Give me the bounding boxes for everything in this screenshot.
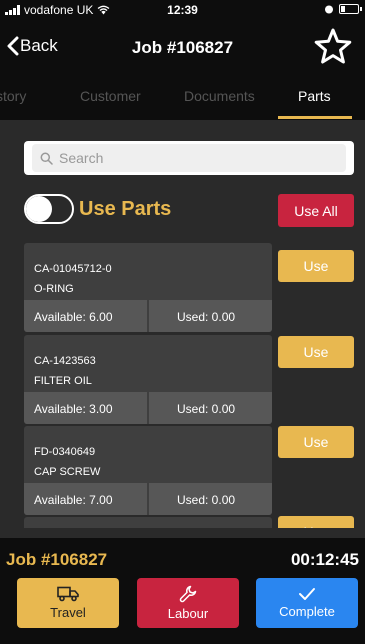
use-part-button[interactable]: Use: [278, 336, 354, 368]
job-footer: Job #106827 00:12:45 Travel Labour Compl…: [0, 538, 365, 644]
search-bar[interactable]: Search: [24, 141, 354, 175]
travel-label: Travel: [50, 605, 86, 620]
search-input[interactable]: Search: [32, 144, 346, 172]
battery-icon: [339, 4, 362, 14]
parts-list[interactable]: CA-01045712-0 O-RING Available: 6.00 Use…: [0, 240, 365, 528]
part-code: CA-01045712-0: [34, 263, 112, 275]
footer-job-number: Job #106827: [6, 550, 108, 569]
clock: 12:39: [167, 3, 198, 17]
complete-label: Complete: [279, 604, 335, 619]
use-part-button[interactable]: Use: [278, 516, 354, 528]
part-available: Available: 3.00: [34, 402, 113, 416]
search-icon: [40, 152, 53, 165]
labour-button[interactable]: Labour: [137, 578, 239, 628]
use-parts-label: Use Parts: [79, 198, 172, 220]
use-all-button[interactable]: Use All: [278, 194, 354, 227]
part-name: CAP SCREW: [34, 466, 101, 478]
part-code: FD-0340649: [34, 446, 96, 458]
tab-bar: story Customer Documents Parts: [0, 74, 365, 120]
part-card: [24, 517, 272, 528]
tab-history[interactable]: story: [0, 88, 26, 104]
alarm-icon: [325, 5, 333, 14]
part-used: Used: 0.00: [177, 402, 236, 416]
part-card: FD-0340649 CAP SCREW Available: 7.00 Use…: [24, 426, 272, 515]
part-available: Available: 6.00: [34, 310, 113, 324]
complete-button[interactable]: Complete: [256, 578, 358, 628]
tab-documents[interactable]: Documents: [184, 88, 255, 104]
part-name: O-RING: [34, 283, 74, 295]
part-name: FILTER OIL: [34, 375, 92, 387]
use-parts-toggle[interactable]: [24, 194, 74, 224]
star-icon[interactable]: [313, 27, 353, 67]
part-code: CA-1423563: [34, 355, 96, 367]
travel-button[interactable]: Travel: [17, 578, 119, 628]
part-used: Used: 0.00: [177, 310, 236, 324]
labour-label: Labour: [167, 606, 209, 621]
use-part-button[interactable]: Use: [278, 426, 354, 458]
use-part-button[interactable]: Use: [278, 250, 354, 282]
tab-customer[interactable]: Customer: [80, 88, 141, 104]
status-bar: vodafone UK 12:39: [0, 0, 365, 22]
nav-bar: Back Job #106827: [0, 22, 365, 74]
search-placeholder: Search: [59, 150, 104, 166]
job-timer: 00:12:45: [290, 550, 359, 569]
tab-parts[interactable]: Parts: [298, 88, 331, 104]
part-card: CA-01045712-0 O-RING Available: 6.00 Use…: [24, 243, 272, 332]
wrench-icon: [179, 585, 197, 603]
part-available: Available: 7.00: [34, 493, 113, 507]
checkmark-icon: [299, 588, 315, 600]
active-tab-indicator: [278, 116, 352, 119]
part-card: CA-1423563 FILTER OIL Available: 3.00 Us…: [24, 335, 272, 424]
toggle-knob: [26, 196, 52, 222]
page-title: Job #106827: [131, 38, 234, 57]
truck-icon: [57, 586, 79, 602]
part-used: Used: 0.00: [177, 493, 236, 507]
